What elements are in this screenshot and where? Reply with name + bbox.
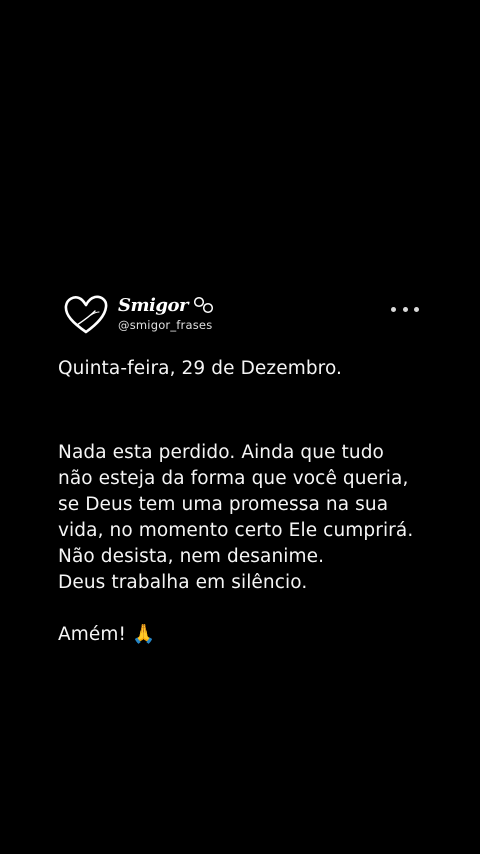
post-body-line: Nada esta perdido. Ainda que tudo <box>58 442 384 463</box>
more-options-icon-dot <box>414 306 419 312</box>
post-body-line: vida, no momento certo Ele cumprirá. <box>58 520 414 541</box>
profile-identity: Smigor @smigor_frases <box>118 292 215 332</box>
name-row: Smigor <box>118 292 215 318</box>
post-date: Quinta-feira, 29 de Dezembro. <box>58 358 343 379</box>
post-header: Smigor @smigor_frases <box>58 290 428 342</box>
link-rings-icon <box>193 296 214 314</box>
post-closing: Amém! 🙏 <box>58 624 156 645</box>
post-card: Smigor @smigor_frases Quinta-feira, 29 d… <box>58 290 428 645</box>
post-body-line: não esteja da forma que você queria, <box>58 468 409 489</box>
profile-handle[interactable]: @smigor_frases <box>118 318 215 332</box>
display-name[interactable]: Smigor <box>118 295 188 316</box>
post-body-line: Não desista, nem desanime. <box>58 546 325 567</box>
more-options-icon <box>391 306 396 312</box>
post-body-line: Deus trabalha em silêncio. <box>58 572 308 593</box>
post-body-line: se Deus tem uma promessa na sua <box>58 494 389 515</box>
more-options-icon-dot <box>402 306 408 312</box>
avatar[interactable] <box>63 295 109 335</box>
post-body: Quinta-feira, 29 de Dezembro. Nada esta … <box>58 356 428 648</box>
heart-icon <box>64 295 108 334</box>
more-options-button[interactable] <box>391 300 419 318</box>
